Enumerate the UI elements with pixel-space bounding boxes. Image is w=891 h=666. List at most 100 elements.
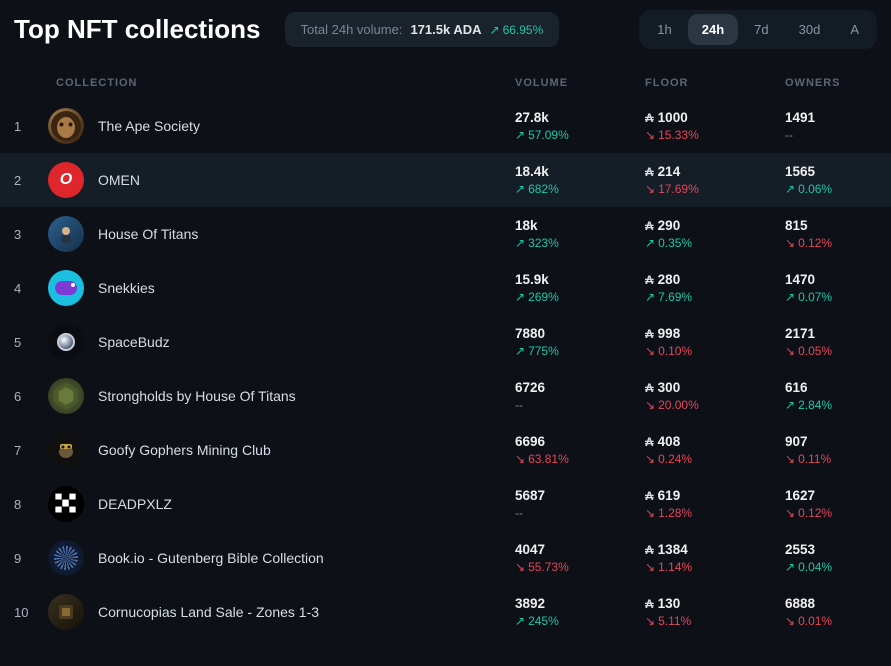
floor-value: ₳1384 (645, 542, 785, 557)
table-row[interactable]: 2OOMEN18.4k682%₳21417.69%15650.06% (0, 153, 891, 207)
collection-avatar: ▀▄▀▄▀▄ (48, 486, 84, 522)
owners-value: 616 (785, 380, 877, 395)
volume-change: 55.73% (515, 560, 645, 574)
collection-avatar (48, 540, 84, 576)
table-row[interactable]: 8▀▄▀▄▀▄DEADPXLZ5687--₳6191.28%16270.12% (0, 477, 891, 531)
floor-cell: ₳9980.10% (645, 326, 785, 358)
floor-value: ₳619 (645, 488, 785, 503)
rank-number: 10 (14, 605, 48, 620)
volume-cell: 404755.73% (515, 542, 645, 574)
table-row[interactable]: 7Goofy Gophers Mining Club669663.81%₳408… (0, 423, 891, 477)
collection-name: DEADPXLZ (98, 496, 172, 512)
table-row[interactable]: 5SpaceBudz7880775%₳9980.10%21710.05% (0, 315, 891, 369)
floor-change: 1.28% (645, 506, 785, 520)
floor-value: ₳1000 (645, 110, 785, 125)
column-owners[interactable]: OWNERS (785, 77, 877, 89)
floor-cell: ₳290 0.35% (645, 218, 785, 250)
collection-cell: O OMEN (48, 162, 515, 198)
table-row[interactable]: 9Book.io - Gutenberg Bible Collection404… (0, 531, 891, 585)
table-row[interactable]: 1The Ape Society27.8k57.09%₳100015.33%14… (0, 99, 891, 153)
ada-icon: ₳ (645, 273, 654, 287)
time-tab-30d[interactable]: 30d (785, 14, 835, 45)
rank-number: 6 (14, 389, 48, 404)
collection-avatar: O (48, 162, 84, 198)
volume-value: 6726 (515, 380, 645, 395)
rank-number: 4 (14, 281, 48, 296)
owners-change: 0.05% (785, 344, 877, 358)
collection-cell: The Ape Society (48, 108, 515, 144)
collection-name: OMEN (98, 172, 140, 188)
total-volume-change: 66.95% (490, 23, 544, 37)
floor-change: 0.24% (645, 452, 785, 466)
floor-value: ₳280 (645, 272, 785, 287)
floor-change: 7.69% (645, 290, 785, 304)
collection-cell: House Of Titans (48, 216, 515, 252)
table-row[interactable]: 10 Cornucopias Land Sale - Zones 1-3 38922… (0, 585, 891, 639)
volume-cell: 3892245% (515, 596, 645, 628)
owners-value: 2553 (785, 542, 877, 557)
volume-cell: 15.9k269% (515, 272, 645, 304)
column-collection[interactable]: COLLECTION (48, 77, 515, 89)
volume-change: 245% (515, 614, 645, 628)
column-floor[interactable]: FLOOR (645, 77, 785, 89)
ada-icon: ₳ (645, 597, 654, 611)
collection-cell: Snekkies (48, 270, 515, 306)
floor-value: ₳300 (645, 380, 785, 395)
volume-cell: 7880 775% (515, 326, 645, 358)
collection-avatar (48, 324, 84, 360)
collection-avatar (48, 432, 84, 468)
rank-number: 3 (14, 227, 48, 242)
column-volume[interactable]: VOLUME (515, 77, 645, 89)
collection-name: Snekkies (98, 280, 155, 296)
floor-cell: ₳1000 15.33% (645, 110, 785, 142)
table-header: COLLECTION VOLUME FLOOR OWNERS (0, 59, 891, 99)
floor-value: ₳290 (645, 218, 785, 233)
table-row[interactable]: 3House Of Titans18k323%₳2900.35%8150.12% (0, 207, 891, 261)
floor-cell: ₳4080.24% (645, 434, 785, 466)
floor-change: 1.14% (645, 560, 785, 574)
owners-cell: 6888 0.01% (785, 596, 877, 628)
volume-change: 682% (515, 182, 645, 196)
owners-change: 0.01% (785, 614, 877, 628)
table-row[interactable]: 6Strongholds by House Of Titans6726--₳30… (0, 369, 891, 423)
owners-cell: 8150.12% (785, 218, 877, 250)
volume-change: 775% (515, 344, 645, 358)
rank-number: 1 (14, 119, 48, 134)
collections-table-body: 1The Ape Society27.8k57.09%₳100015.33%14… (0, 99, 891, 639)
collection-name: Cornucopias Land Sale - Zones 1-3 (98, 604, 319, 620)
time-tab-a[interactable]: A (836, 14, 873, 45)
volume-cell: 27.8k57.09% (515, 110, 645, 142)
collection-avatar (48, 378, 84, 414)
owners-value: 907 (785, 434, 877, 449)
owners-change: 0.06% (785, 182, 877, 196)
volume-value: 15.9k (515, 272, 645, 287)
owners-value: 1565 (785, 164, 877, 179)
time-tab-1h[interactable]: 1h (643, 14, 685, 45)
floor-cell: ₳619 1.28% (645, 488, 785, 520)
owners-value: 815 (785, 218, 877, 233)
rank-number: 5 (14, 335, 48, 350)
ada-icon: ₳ (645, 165, 654, 179)
collection-name: Goofy Gophers Mining Club (98, 442, 271, 458)
volume-change: -- (515, 506, 645, 520)
floor-change: 0.35% (645, 236, 785, 250)
volume-value: 7880 (515, 326, 645, 341)
volume-value: 18k (515, 218, 645, 233)
floor-value: ₳998 (645, 326, 785, 341)
floor-change: 15.33% (645, 128, 785, 142)
time-tab-24h[interactable]: 24h (688, 14, 738, 45)
floor-cell: ₳21417.69% (645, 164, 785, 196)
ada-icon: ₳ (645, 219, 654, 233)
ada-icon: ₳ (645, 543, 654, 557)
owners-value: 6888 (785, 596, 877, 611)
time-tab-7d[interactable]: 7d (740, 14, 782, 45)
collection-avatar (48, 594, 84, 630)
table-row[interactable]: 4Snekkies15.9k269%₳2807.69%14700.07% (0, 261, 891, 315)
volume-value: 6696 (515, 434, 645, 449)
collection-cell: Goofy Gophers Mining Club (48, 432, 515, 468)
collection-name: Strongholds by House Of Titans (98, 388, 296, 404)
rank-number: 8 (14, 497, 48, 512)
owners-change: 2.84% (785, 398, 877, 412)
collection-cell: Strongholds by House Of Titans (48, 378, 515, 414)
owners-change: 0.07% (785, 290, 877, 304)
